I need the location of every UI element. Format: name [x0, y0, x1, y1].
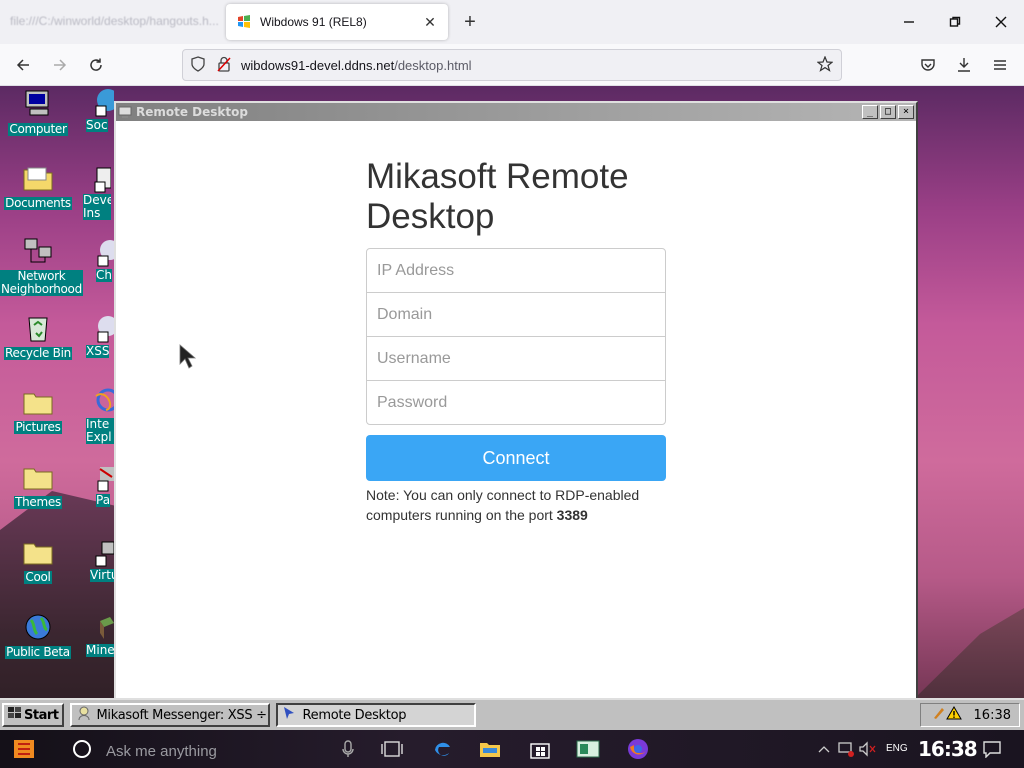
- folder-icon: [22, 536, 54, 568]
- globe-icon: [86, 86, 114, 118]
- remote-desktop-window: Remote Desktop _ □ × Mikasoft Remote Des…: [114, 101, 918, 701]
- desktop-icon-themes[interactable]: Themes: [0, 461, 76, 509]
- domain-input[interactable]: [366, 292, 666, 337]
- ip-address-input[interactable]: [366, 248, 666, 293]
- active-tab[interactable]: Wibdows 91 (REL8) ✕: [226, 4, 448, 40]
- ie-icon: [86, 386, 114, 418]
- host-taskbar: Ask me anything ENG 16:38: [0, 730, 1024, 768]
- cortana-search[interactable]: Ask me anything: [72, 739, 372, 763]
- desktop-icon-xss[interactable]: XSS: [86, 312, 114, 358]
- desktop-icon-pictures[interactable]: Pictures: [0, 386, 76, 434]
- desktop-icon-computer[interactable]: Computer: [0, 88, 76, 136]
- host-clock[interactable]: 16:38: [918, 737, 978, 761]
- port-number: 3389: [556, 507, 588, 523]
- action-center-icon[interactable]: [980, 737, 1004, 761]
- new-tab-button[interactable]: +: [456, 8, 484, 36]
- downloads-icon[interactable]: [949, 50, 979, 80]
- taskbar-clock: 16:38: [973, 707, 1011, 723]
- computer-icon: [22, 88, 54, 120]
- volume-muted-icon[interactable]: [856, 737, 880, 761]
- close-tab-icon[interactable]: ✕: [422, 14, 438, 30]
- window-titlebar[interactable]: Remote Desktop _ □ ×: [116, 103, 916, 121]
- connect-button[interactable]: Connect: [366, 435, 666, 481]
- setup-icon: [83, 162, 111, 194]
- start-logo-icon[interactable]: [12, 737, 36, 761]
- browser-tab-bar: file:///C:/winworld/desktop/hangouts.h..…: [0, 0, 1024, 44]
- desktop-icon-minecraft[interactable]: Mine: [86, 611, 114, 657]
- warning-icon[interactable]: [945, 706, 962, 724]
- taskbar-item-remote-desktop[interactable]: Remote Desktop: [276, 703, 477, 727]
- chevron-up-icon[interactable]: [812, 737, 836, 761]
- desktop-icon-social[interactable]: Soc: [86, 86, 114, 132]
- folder-icon: [22, 162, 54, 194]
- recycle-bin-icon: [22, 312, 54, 344]
- emulated-taskbar: Start Mikasoft Messenger: XSS ÷ Remote D…: [0, 698, 1024, 730]
- shield-icon[interactable]: [191, 55, 205, 75]
- messenger-icon: [76, 705, 92, 725]
- network-icon: [22, 236, 54, 268]
- firefox-icon[interactable]: [626, 737, 650, 761]
- restore-window-button[interactable]: [938, 6, 972, 38]
- task-view-icon[interactable]: [380, 737, 404, 761]
- address-bar[interactable]: wibdows91-devel.ddns.net/desktop.html: [182, 49, 842, 81]
- store-icon[interactable]: [528, 737, 552, 761]
- back-button[interactable]: [8, 50, 38, 80]
- microphone-icon[interactable]: [336, 737, 360, 761]
- forward-button[interactable]: [45, 50, 75, 80]
- edge-browser-icon[interactable]: [430, 737, 454, 761]
- desktop-icon-internet-explorer[interactable]: Inte Expl: [86, 386, 114, 444]
- input-language[interactable]: ENG: [886, 743, 908, 754]
- rdp-login-form: Mikasoft Remote Desktop Connect Note: Yo…: [366, 157, 666, 525]
- start-button[interactable]: Start: [2, 703, 65, 727]
- port-note: Note: You can only connect to RDP-enable…: [366, 485, 666, 525]
- url-host: wibdows91-devel.ddns.net: [241, 57, 395, 73]
- desktop-icon-recycle-bin[interactable]: Recycle Bin: [0, 312, 76, 360]
- bookmark-star-icon[interactable]: [816, 54, 834, 75]
- page-title: Mikasoft Remote Desktop: [366, 157, 629, 236]
- mouse-cursor-icon: [178, 344, 198, 370]
- desktop-icon-cool[interactable]: Cool: [0, 536, 76, 584]
- password-input[interactable]: [366, 380, 666, 425]
- window-client-area: Mikasoft Remote Desktop Connect Note: Yo…: [116, 121, 916, 701]
- window-title: Remote Desktop: [136, 105, 248, 119]
- tab-title: Wibdows 91 (REL8): [260, 15, 367, 29]
- remote-desktop-icon: [282, 706, 296, 724]
- web-desktop: Computer Documents Network Neighborhood …: [0, 86, 1024, 768]
- network-status-icon[interactable]: [834, 737, 858, 761]
- app-window-icon[interactable]: [576, 737, 600, 761]
- folder-icon: [22, 386, 54, 418]
- folder-icon: [22, 461, 54, 493]
- close-button[interactable]: ×: [898, 105, 914, 119]
- remote-desktop-icon: [118, 105, 132, 119]
- pencil-icon[interactable]: [932, 706, 944, 724]
- shortcut-icon: [86, 312, 114, 344]
- windows-logo-icon: [8, 707, 22, 723]
- close-window-button[interactable]: [984, 6, 1018, 38]
- cortana-circle-icon: [72, 739, 92, 763]
- insecure-lock-icon[interactable]: [217, 56, 231, 75]
- minimize-window-button[interactable]: [892, 6, 926, 38]
- desktop-icon-public-beta[interactable]: Public Beta: [0, 611, 76, 659]
- port-note-text: Note: You can only connect to RDP-enable…: [366, 487, 640, 523]
- username-input[interactable]: [366, 336, 666, 381]
- desktop-icon-network[interactable]: Network Neighborhood: [0, 236, 83, 296]
- site-favicon-icon: [236, 14, 252, 30]
- desktop-icon-documents[interactable]: Documents: [0, 162, 76, 210]
- desktop-icon-developer[interactable]: Deve Ins: [83, 162, 111, 220]
- menu-hamburger-icon[interactable]: [985, 50, 1015, 80]
- system-tray: 16:38: [920, 703, 1020, 727]
- file-explorer-icon[interactable]: [478, 737, 502, 761]
- minecraft-icon: [86, 611, 114, 643]
- url-path: /desktop.html: [394, 57, 472, 73]
- globe-icon: [22, 611, 54, 643]
- reload-button[interactable]: [81, 50, 111, 80]
- minimize-button[interactable]: _: [862, 105, 878, 119]
- maximize-button[interactable]: □: [880, 105, 896, 119]
- background-tab[interactable]: file:///C:/winworld/desktop/hangouts.h..…: [0, 0, 222, 44]
- pocket-icon[interactable]: [913, 50, 943, 80]
- taskbar-item-messenger[interactable]: Mikasoft Messenger: XSS ÷: [70, 703, 271, 727]
- browser-nav-bar: wibdows91-devel.ddns.net/desktop.html: [0, 44, 1024, 86]
